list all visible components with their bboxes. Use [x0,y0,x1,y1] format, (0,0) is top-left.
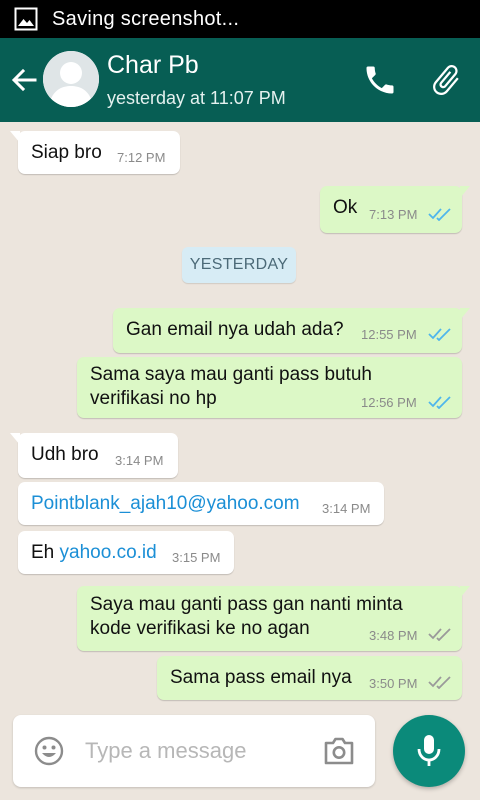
email-link[interactable]: Pointblank_ajah10@yahoo.com [31,492,300,516]
image-icon [14,7,38,31]
last-seen-status: yesterday at 11:07 PM [107,88,286,108]
message-time: 3:15 PM [172,550,221,565]
message-bubble-outgoing[interactable]: Saya mau ganti pass gan nanti minta kode… [77,586,470,651]
read-ticks-icon [428,328,451,341]
contact-name[interactable]: Char Pb [107,51,199,80]
message-time: 12:55 PM [361,327,417,342]
back-arrow-icon[interactable] [8,64,40,96]
read-ticks-icon [428,396,451,409]
message-time: 3:14 PM [115,453,164,468]
phone-icon[interactable] [362,62,398,98]
delivered-ticks-icon [428,628,451,641]
read-ticks-icon [428,208,451,221]
attach-icon[interactable] [428,62,464,98]
status-text: Saving screenshot... [52,7,240,30]
chat-header: Char Pb yesterday at 11:07 PM [0,38,480,122]
microphone-icon [417,735,441,766]
message-composer [13,715,375,787]
message-text: Udh bro [31,444,99,465]
message-text-line: Saya mau ganti pass gan nanti minta [90,594,403,615]
message-bubble-incoming[interactable]: Eh yahoo.co.id 3:15 PM [18,531,234,574]
message-time: 7:13 PM [369,207,418,222]
message-bubble-incoming[interactable]: Pointblank_ajah10@yahoo.com 3:14 PM [18,482,384,525]
message-time: 7:12 PM [117,150,166,165]
message-bubble-outgoing[interactable]: Sama saya mau ganti pass butuh verifikas… [77,357,462,418]
message-text-line: kode verifikasi ke no agan [90,618,310,639]
message-time: 3:48 PM [369,628,418,643]
url-link[interactable]: yahoo.co.id [60,542,157,563]
message-text: Eh yahoo.co.id [31,541,157,565]
message-text-prefix: Eh [31,542,60,563]
status-bar: Saving screenshot... [0,0,480,38]
camera-icon[interactable] [323,736,355,766]
message-bubble-outgoing[interactable]: Sama pass email nya 3:50 PM [157,656,462,700]
message-text: Gan email nya udah ada? [126,319,344,340]
message-bubble-outgoing[interactable]: Ok 7:13 PM [320,186,470,233]
emoji-icon[interactable] [33,735,65,767]
message-text: Siap bro [31,142,102,163]
message-time: 3:50 PM [369,676,418,691]
avatar[interactable] [43,51,99,107]
message-text-line: verifikasi no hp [90,388,217,409]
message-list[interactable]: Siap bro 7:12 PM Ok 7:13 PM YESTERDAY Ga… [0,122,480,712]
message-input[interactable] [85,733,315,769]
message-bubble-incoming[interactable]: Udh bro 3:14 PM [10,433,178,478]
message-bubble-outgoing[interactable]: Gan email nya udah ada? 12:55 PM [113,308,470,353]
delivered-ticks-icon [428,676,451,689]
message-text-line: Sama saya mau ganti pass butuh [90,364,373,385]
message-text: Sama pass email nya [170,667,352,688]
voice-record-button[interactable] [393,715,465,787]
message-text: Ok [333,197,358,218]
message-bubble-incoming[interactable]: Siap bro 7:12 PM [10,131,180,174]
message-time: 3:14 PM [322,501,371,516]
date-separator: YESTERDAY [182,247,296,283]
message-time: 12:56 PM [361,395,417,410]
